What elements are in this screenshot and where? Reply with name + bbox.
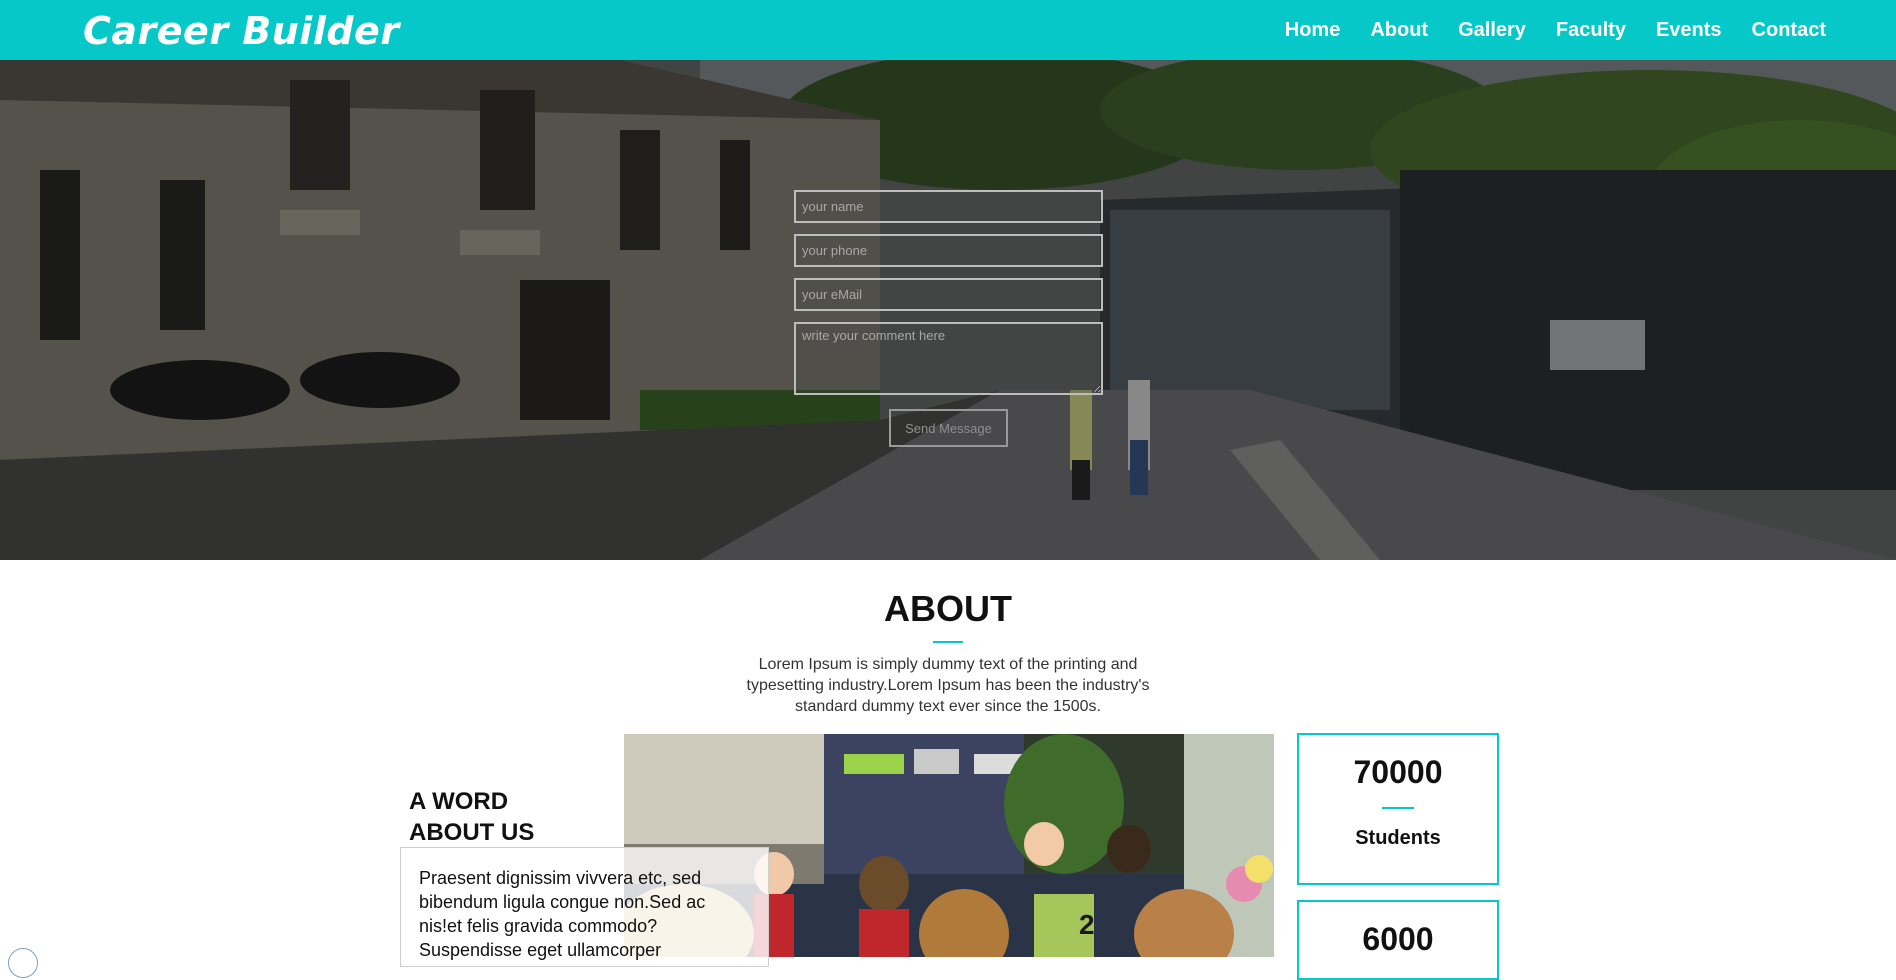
name-input[interactable] <box>794 190 1103 223</box>
stat-card-second: 6000 <box>1297 900 1499 980</box>
email-input[interactable] <box>794 278 1103 311</box>
comment-textarea[interactable] <box>794 322 1103 395</box>
send-message-button[interactable]: Send Message <box>889 409 1008 447</box>
nav-contact-link[interactable]: Contact <box>1752 19 1826 42</box>
about-description: Lorem Ipsum is simply dummy text of the … <box>746 656 1150 715</box>
hero-section: Send Message <box>0 60 1896 560</box>
word-about-heading-line1: A WORD <box>409 788 509 815</box>
phone-input[interactable] <box>794 234 1103 267</box>
contact-form: Send Message <box>794 190 1103 447</box>
nav-home-link[interactable]: Home <box>1285 19 1341 42</box>
word-about-heading: A WORD ABOUT US <box>409 786 534 848</box>
scroll-top-icon[interactable] <box>8 948 38 978</box>
word-about-textbox: Praesent dignissim vivvera etc, sed bibe… <box>400 847 769 967</box>
top-navbar: Career Builder Home About Gallery Facult… <box>0 0 1896 60</box>
about-heading: ABOUT <box>884 588 1012 629</box>
word-about-heading-line2: ABOUT US <box>409 819 535 846</box>
main-nav: Home About Gallery Faculty Events Contac… <box>1285 0 1826 60</box>
nav-gallery-link[interactable]: Gallery <box>1458 19 1526 42</box>
nav-faculty-link[interactable]: Faculty <box>1556 19 1626 42</box>
stat-number: 6000 <box>1362 921 1434 957</box>
svg-text:2: 2 <box>1079 909 1095 940</box>
stat-label: Students <box>1355 827 1441 849</box>
about-heading-underline <box>933 641 963 643</box>
stat-number: 70000 <box>1353 754 1443 790</box>
brand-logo[interactable]: Career Builder <box>83 6 400 56</box>
stat-divider <box>1382 807 1414 809</box>
stat-card-students: 70000 Students <box>1297 733 1499 885</box>
nav-about-link[interactable]: About <box>1370 19 1428 42</box>
nav-events-link[interactable]: Events <box>1656 19 1722 42</box>
